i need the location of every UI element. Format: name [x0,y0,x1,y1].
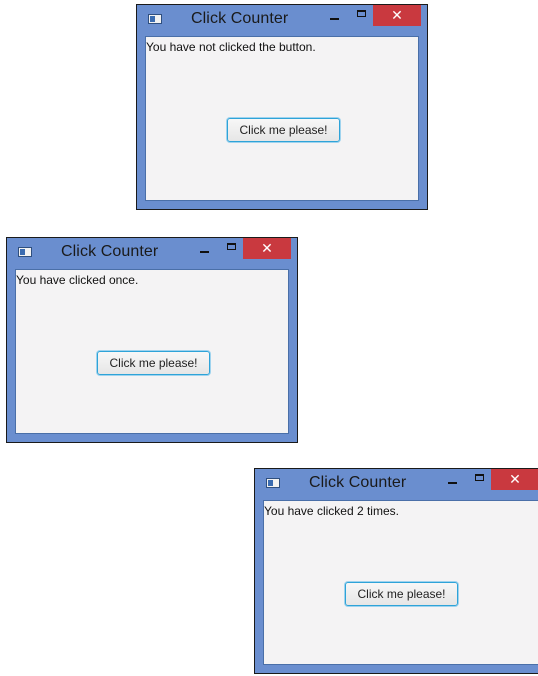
maximize-button[interactable] [219,238,243,260]
minimize-button[interactable] [193,238,217,260]
title-bar[interactable]: Click Counter ✕ [7,238,297,268]
app-icon [148,14,162,24]
app-icon [18,247,32,257]
window-title: Click Counter [309,474,407,491]
title-bar[interactable]: Click Counter ✕ [137,5,427,35]
window-1: Click Counter ✕ You have not clicked the… [136,4,428,210]
maximize-button[interactable] [349,5,373,27]
status-label: You have clicked once. [16,273,139,287]
close-button[interactable]: ✕ [373,5,421,26]
maximize-button[interactable] [467,469,491,491]
status-label: You have clicked 2 times. [264,504,399,518]
click-me-button[interactable]: Click me please! [97,351,210,375]
close-button[interactable]: ✕ [243,238,291,259]
window-content: You have clicked 2 times. Click me pleas… [263,500,538,665]
app-icon [266,478,280,488]
window-3: Click Counter ✕ You have clicked 2 times… [254,468,538,674]
close-button[interactable]: ✕ [491,469,538,490]
click-me-button[interactable]: Click me please! [345,582,458,606]
window-content: You have clicked once. Click me please! [15,269,289,434]
window-2: Click Counter ✕ You have clicked once. C… [6,237,298,443]
title-bar[interactable]: Click Counter ✕ [255,469,538,499]
minimize-button[interactable] [441,469,465,491]
window-title: Click Counter [61,243,159,260]
status-label: You have not clicked the button. [146,40,316,54]
window-content: You have not clicked the button. Click m… [145,36,419,201]
window-title: Click Counter [191,10,289,27]
click-me-button[interactable]: Click me please! [227,118,340,142]
minimize-button[interactable] [323,5,347,27]
